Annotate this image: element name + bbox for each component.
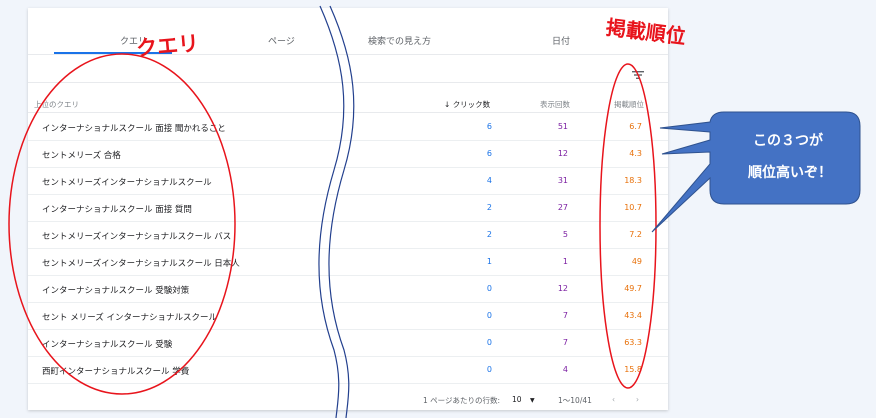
query-annotation-label: クエリ — [135, 31, 201, 61]
position-column-highlight-ellipse — [599, 63, 657, 389]
break-line-left — [318, 5, 345, 418]
callout-text-line2: 順位高いぞ！ — [748, 165, 832, 181]
callout-text-line1: この３つが — [753, 133, 823, 149]
query-column-highlight-ellipse — [8, 53, 236, 395]
break-line-right — [328, 5, 355, 418]
annotation-overlay — [8, 5, 861, 418]
